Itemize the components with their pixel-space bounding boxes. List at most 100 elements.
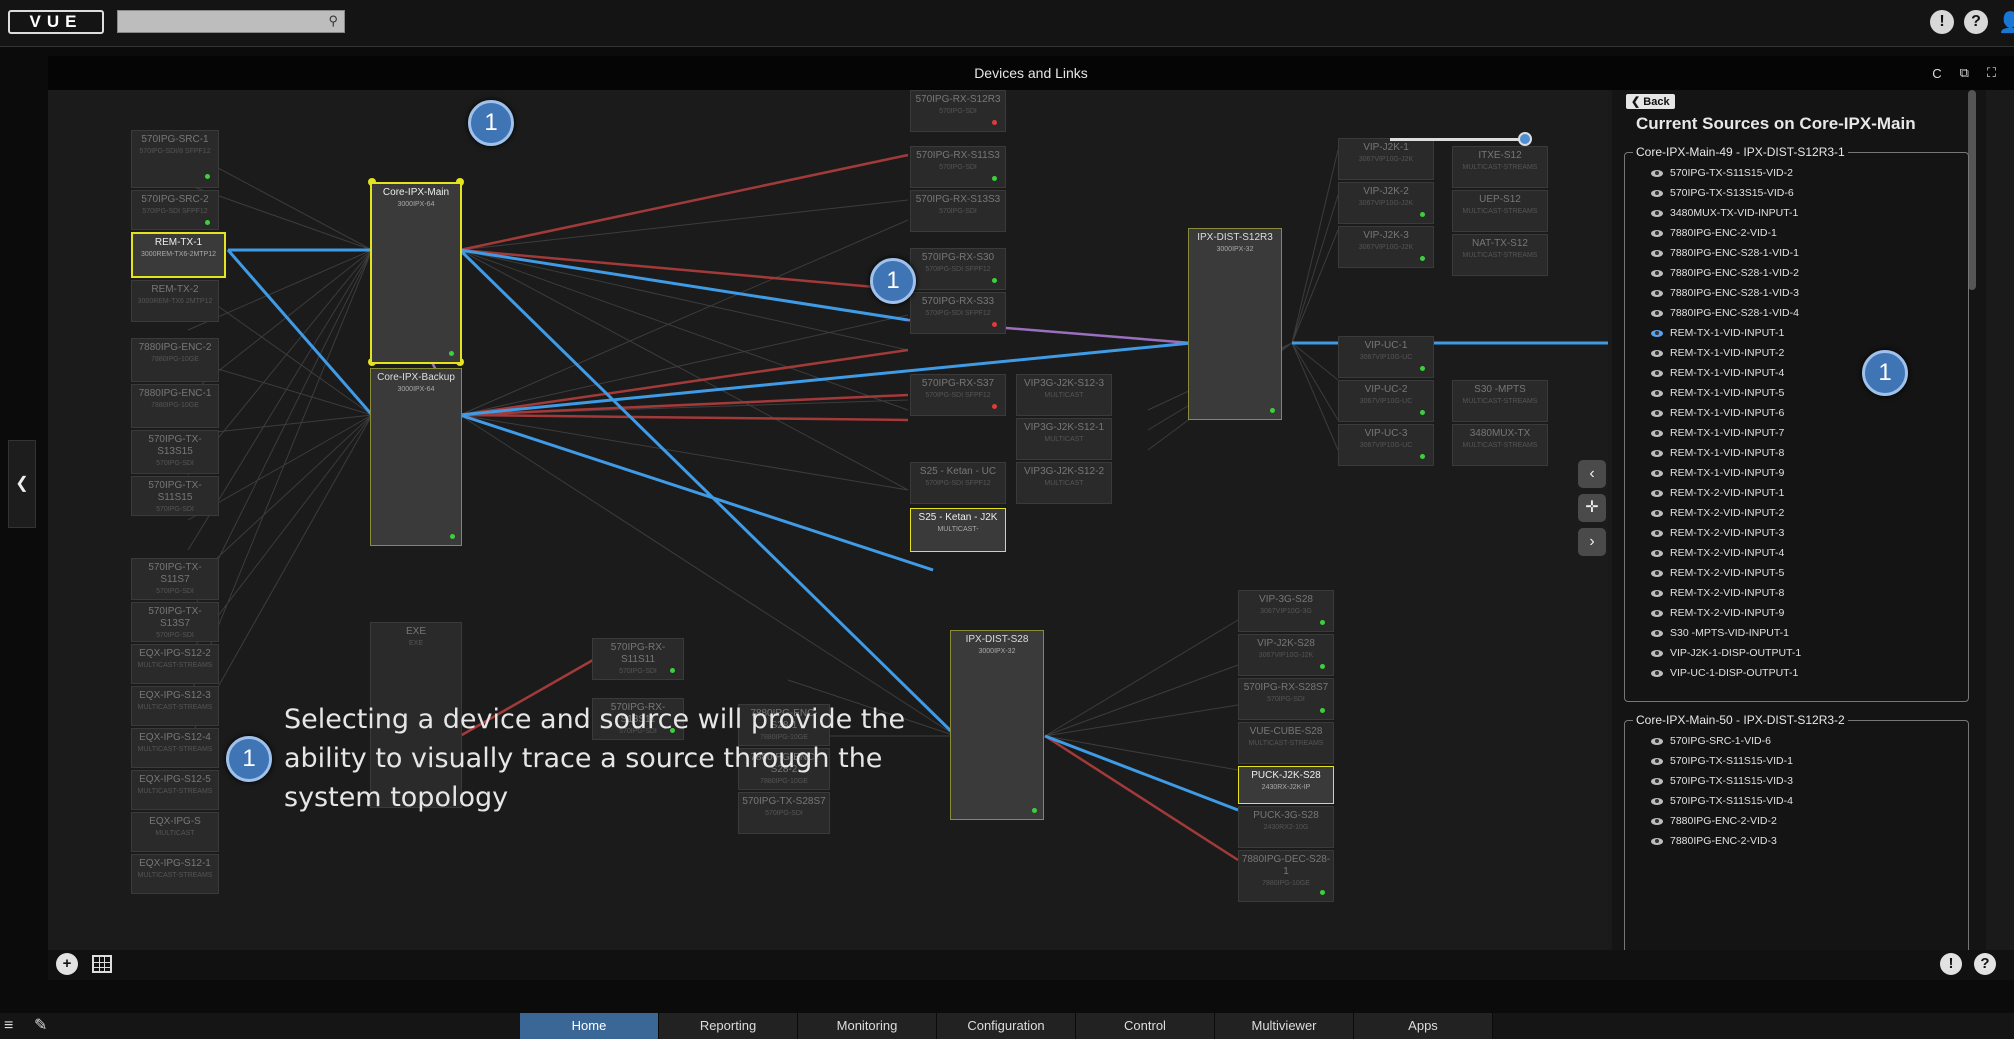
- node-eqx-ipg-s[interactable]: EQX-IPG-S MULTICAST: [131, 812, 219, 852]
- eye-icon[interactable]: [1651, 669, 1663, 677]
- eye-icon[interactable]: [1651, 389, 1663, 397]
- node-570ipg-rx-s11s11[interactable]: 570IPG-RX-S11S11 570IPG-SDI: [592, 638, 684, 680]
- source-item[interactable]: REM-TX-1-VID-INPUT-4: [1625, 363, 1968, 383]
- nav-tab-configuration[interactable]: Configuration: [937, 1013, 1076, 1039]
- source-item[interactable]: 570IPG-TX-S11S15-VID-2: [1625, 163, 1968, 183]
- nav-tab-control[interactable]: Control: [1076, 1013, 1215, 1039]
- node-ipx-dist-s12r3[interactable]: IPX-DIST-S12R3 3000IPX-32: [1188, 228, 1282, 420]
- eye-icon[interactable]: [1651, 449, 1663, 457]
- search-input[interactable]: [118, 11, 330, 32]
- node-core-ipx-main[interactable]: Core-IPX-Main 3000IPX-64: [370, 182, 462, 364]
- eye-icon[interactable]: [1651, 777, 1663, 785]
- node-7880ipg-dec-s28-1[interactable]: 7880IPG-DEC-S28-1 7880IPG-10GE: [1238, 850, 1334, 902]
- eye-icon[interactable]: [1651, 529, 1663, 537]
- node-vip3g-j2k-s12-1[interactable]: VIP3G-J2K-S12-1 MULTICAST: [1016, 418, 1112, 460]
- eye-icon[interactable]: [1651, 249, 1663, 257]
- expand-icon[interactable]: ⛶: [1987, 65, 1996, 81]
- eye-icon[interactable]: [1651, 289, 1663, 297]
- node-570ipg-tx-s11s15[interactable]: 570IPG-TX-S11S15 570IPG-SDI: [131, 476, 219, 516]
- node-570ipg-rx-s28s7[interactable]: 570IPG-RX-S28S7 570IPG-SDI: [1238, 678, 1334, 720]
- eye-icon[interactable]: [1651, 509, 1663, 517]
- source-item[interactable]: REM-TX-1-VID-INPUT-8: [1625, 443, 1968, 463]
- zoom-slider-handle[interactable]: [1518, 132, 1532, 146]
- node-eqx-ipg-s12-3[interactable]: EQX-IPG-S12-3 MULTICAST-STREAMS: [131, 686, 219, 726]
- node-eqx-ipg-s12-1[interactable]: EQX-IPG-S12-1 MULTICAST-STREAMS: [131, 854, 219, 894]
- source-item[interactable]: 7880IPG-ENC-2-VID-1: [1625, 223, 1968, 243]
- source-item[interactable]: VIP-J2K-1-DISP-OUTPUT-1: [1625, 643, 1968, 663]
- node-puck-3g-s28[interactable]: PUCK-3G-S28 2430RX2-10G: [1238, 806, 1334, 848]
- node-570ipg-rx-s11s3[interactable]: 570IPG-RX-S11S3 570IPG-SDI: [910, 146, 1006, 188]
- eye-icon[interactable]: [1651, 349, 1663, 357]
- edit-icon[interactable]: ✎: [34, 1015, 47, 1035]
- eye-icon[interactable]: [1651, 469, 1663, 477]
- nav-tab-multiviewer[interactable]: Multiviewer: [1215, 1013, 1354, 1039]
- eye-icon[interactable]: [1651, 329, 1663, 337]
- node-vip-uc-3[interactable]: VIP-UC-3 3067VIP10G-UC: [1338, 424, 1434, 466]
- node-570ipg-src-2[interactable]: 570IPG-SRC-2 570IPG-SDI SFPF12: [131, 190, 219, 230]
- topology-canvas[interactable]: 570IPG-SRC-1 570IPG-SDI/8 SFPF12 570IPG-S…: [48, 90, 1608, 952]
- node-vip-uc-1[interactable]: VIP-UC-1 3067VIP10G-UC: [1338, 336, 1434, 378]
- nav-tab-monitoring[interactable]: Monitoring: [798, 1013, 937, 1039]
- node-570ipg-tx-s11s7[interactable]: 570IPG-TX-S11S7 570IPG-SDI: [131, 558, 219, 600]
- source-item[interactable]: 3480MUX-TX-VID-INPUT-1: [1625, 203, 1968, 223]
- source-item[interactable]: 7880IPG-ENC-2-VID-3: [1625, 831, 1968, 851]
- node-vue-cube-s28[interactable]: VUE-CUBE-S28 MULTICAST-STREAMS: [1238, 722, 1334, 764]
- source-item[interactable]: REM-TX-1-VID-INPUT-9: [1625, 463, 1968, 483]
- node-7880ipg-enc-1[interactable]: 7880IPG-ENC-1 7880IPG-10GE: [131, 384, 219, 428]
- eye-icon[interactable]: [1651, 189, 1663, 197]
- node-puck-j2k-s28[interactable]: PUCK-J2K-S28 2430RX-J2K-IP: [1238, 766, 1334, 804]
- menu-icon[interactable]: ≡: [4, 1017, 13, 1035]
- node-s30-mpts[interactable]: S30 -MPTS MULTICAST-STREAMS: [1452, 380, 1548, 422]
- eye-icon[interactable]: [1651, 309, 1663, 317]
- node-vip-j2k-1[interactable]: VIP-J2K-1 3067VIP10G-J2K: [1338, 138, 1434, 180]
- refresh-icon[interactable]: C: [1932, 66, 1941, 81]
- node-vip3g-j2k-s12-3[interactable]: VIP3G-J2K-S12-3 MULTICAST: [1016, 374, 1112, 416]
- node-rem-tx-1[interactable]: REM-TX-1 3000REM-TX6-2MTP12: [131, 232, 226, 278]
- node-7880ipg-enc-2[interactable]: 7880IPG-ENC-2 7880IPG-10GE: [131, 338, 219, 382]
- zoom-slider[interactable]: [1390, 132, 1532, 146]
- eye-icon[interactable]: [1651, 837, 1663, 845]
- eye-icon[interactable]: [1651, 209, 1663, 217]
- source-item[interactable]: 570IPG-TX-S13S15-VID-6: [1625, 183, 1968, 203]
- source-item[interactable]: 7880IPG-ENC-2-VID-2: [1625, 811, 1968, 831]
- node-570ipg-rx-s13s3[interactable]: 570IPG-RX-S13S3 570IPG-SDI: [910, 190, 1006, 232]
- add-icon[interactable]: +: [56, 953, 78, 975]
- grid-view-icon[interactable]: [92, 955, 112, 973]
- pan-center-button[interactable]: ✛: [1578, 494, 1606, 522]
- eye-icon[interactable]: [1651, 409, 1663, 417]
- eye-icon[interactable]: [1651, 229, 1663, 237]
- source-item[interactable]: 7880IPG-ENC-S28-1-VID-3: [1625, 283, 1968, 303]
- source-item[interactable]: 570IPG-TX-S11S15-VID-4: [1625, 791, 1968, 811]
- source-item[interactable]: REM-TX-1-VID-INPUT-5: [1625, 383, 1968, 403]
- source-item[interactable]: 7880IPG-ENC-S28-1-VID-2: [1625, 263, 1968, 283]
- popout-icon[interactable]: ⧉: [1960, 65, 1969, 81]
- eye-icon[interactable]: [1651, 489, 1663, 497]
- node-vip-j2k-s28[interactable]: VIP-J2K-S28 3067VIP10G-J2K: [1238, 634, 1334, 676]
- node-vip-j2k-2[interactable]: VIP-J2K-2 3067VIP10G-J2K: [1338, 182, 1434, 224]
- source-item[interactable]: REM-TX-2-VID-INPUT-8: [1625, 583, 1968, 603]
- source-item[interactable]: REM-TX-2-VID-INPUT-4: [1625, 543, 1968, 563]
- node-eqx-ipg-s12-5[interactable]: EQX-IPG-S12-5 MULTICAST-STREAMS: [131, 770, 219, 810]
- node-vip3g-j2k-s12-2[interactable]: VIP3G-J2K-S12-2 MULTICAST: [1016, 462, 1112, 504]
- node-eqx-ipg-s12-4[interactable]: EQX-IPG-S12-4 MULTICAST-STREAMS: [131, 728, 219, 768]
- nav-tab-apps[interactable]: Apps: [1354, 1013, 1493, 1039]
- node-s25-ketan-j2k[interactable]: S25 - Ketan - J2K MULTICAST-: [910, 508, 1006, 552]
- node-570ipg-src-1[interactable]: 570IPG-SRC-1 570IPG-SDI/8 SFPF12: [131, 130, 219, 188]
- eye-icon[interactable]: [1651, 609, 1663, 617]
- alert-icon[interactable]: !: [1940, 953, 1962, 975]
- eye-icon[interactable]: [1651, 269, 1663, 277]
- node-core-ipx-backup[interactable]: Core-IPX-Backup 3000IPX-64: [370, 368, 462, 546]
- alert-icon[interactable]: !: [1930, 10, 1954, 34]
- search-icon[interactable]: ⚲: [328, 13, 338, 29]
- source-item[interactable]: REM-TX-1-VID-INPUT-1: [1625, 323, 1968, 343]
- node-s25-ketan-uc[interactable]: S25 - Ketan - UC 570IPG-SDI SFPF12: [910, 462, 1006, 504]
- node-570ipg-tx-s13s15[interactable]: 570IPG-TX-S13S15 570IPG-SDI: [131, 430, 219, 474]
- source-item[interactable]: 570IPG-SRC-1-VID-6: [1625, 731, 1968, 751]
- eye-icon[interactable]: [1651, 169, 1663, 177]
- node-uep-s12[interactable]: UEP-S12 MULTICAST-STREAMS: [1452, 190, 1548, 232]
- help-icon[interactable]: ?: [1974, 953, 1996, 975]
- node-570ipg-rx-s12r3[interactable]: 570IPG-RX-S12R3 570IPG-SDI: [910, 90, 1006, 132]
- eye-icon[interactable]: [1651, 757, 1663, 765]
- search-box[interactable]: ⚲: [117, 10, 345, 33]
- eye-icon[interactable]: [1651, 797, 1663, 805]
